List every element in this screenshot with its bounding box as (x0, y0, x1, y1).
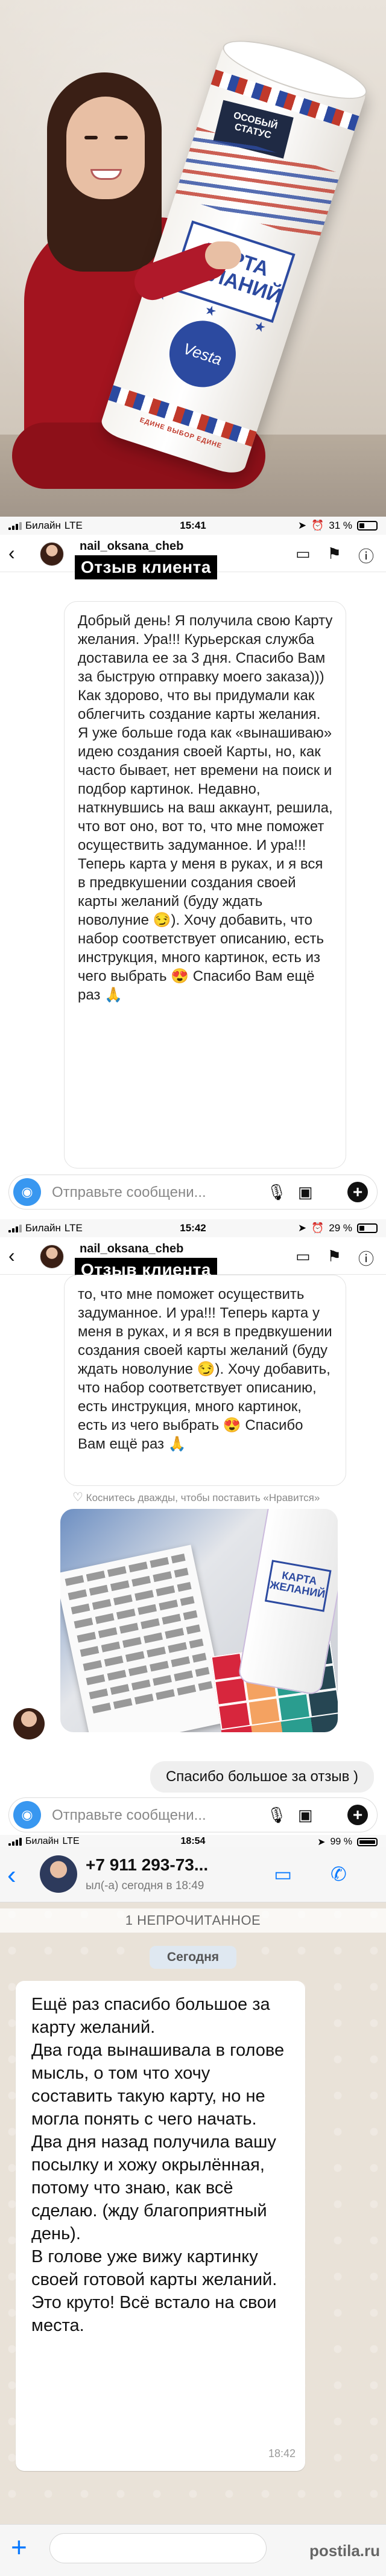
message-input[interactable] (49, 2533, 267, 2563)
review-banner: Отзыв клиента (75, 555, 217, 579)
wish-map-tube: КАРТА ЖЕЛАНИЙ (237, 1509, 338, 1696)
message-input[interactable]: Отправьте сообщени... (52, 1807, 206, 1824)
video-camera-icon[interactable]: ▭ (296, 544, 311, 567)
avatar[interactable] (40, 1245, 64, 1269)
message-text: Ещё раз спасибо большое за карту желаний… (31, 1995, 285, 2335)
gallery-icon[interactable]: ▣ (298, 1183, 313, 1202)
figure-face (66, 97, 145, 199)
alarm-icon: ⏰ (311, 1222, 324, 1234)
location-icon: ➤ (317, 1837, 326, 1848)
like-hint-text: Коснитесь дважды, чтобы поставить «Нрави… (86, 1492, 320, 1503)
plus-icon[interactable]: + (11, 2533, 27, 2561)
watermark: postila.ru (309, 2542, 380, 2560)
contact-name[interactable]: +7 911 293-73... (86, 1855, 208, 1875)
avatar[interactable] (40, 1855, 77, 1893)
back-icon[interactable]: ‹ (8, 543, 15, 563)
status-bar: Билайн LTE 15:42 ➤ ⏰ 29 % (0, 1219, 386, 1237)
figure-eye (84, 136, 98, 139)
avatar[interactable] (13, 1708, 45, 1739)
gallery-icon[interactable]: ▣ (298, 1806, 313, 1825)
camera-icon[interactable]: ◉ (13, 1801, 41, 1829)
microphone-icon[interactable]: 🎙 (267, 1183, 286, 1202)
figure-hand (205, 241, 241, 269)
location-icon: ➤ (297, 520, 307, 531)
username[interactable]: nail_oksana_cheb (80, 540, 183, 553)
video-camera-icon[interactable]: ▭ (296, 1247, 311, 1269)
plus-icon[interactable]: + (347, 1805, 368, 1825)
plus-icon[interactable]: + (347, 1182, 368, 1202)
battery-icon (357, 521, 378, 531)
like-hint: ♡ Коснитесь дважды, чтобы поставить «Нра… (72, 1490, 320, 1505)
message-bubble[interactable]: то, что мне поможет осуществить задуманн… (64, 1275, 346, 1486)
chat-header: ‹ +7 911 293-73... ыл(-а) сегодня в 18:4… (0, 1847, 386, 1902)
video-camera-icon[interactable]: ▭ (274, 1863, 292, 1886)
back-icon[interactable]: ‹ (7, 1860, 16, 1890)
message-bubble[interactable]: Ещё раз спасибо большое за карту желаний… (16, 1981, 305, 2471)
heart-icon[interactable]: ♡ (72, 1491, 83, 1504)
tube-title: КАРТА ЖЕЛАНИЙ (264, 1560, 332, 1612)
location-icon: ➤ (297, 1222, 307, 1234)
sent-message[interactable]: Спасибо большое за отзыв ) (150, 1761, 374, 1793)
battery-icon (357, 1223, 378, 1233)
flag-icon[interactable]: ⚑ (327, 1247, 341, 1269)
phone-icon[interactable]: ✆ (331, 1863, 347, 1886)
battery-percent: 99 % (330, 1837, 352, 1847)
message-time: 18:42 (268, 2447, 296, 2460)
battery-percent: 29 % (329, 1222, 352, 1234)
instruction-sheet (60, 1545, 229, 1732)
last-seen: ыл(-а) сегодня в 18:49 (86, 1879, 204, 1892)
status-bar: Билайн LTE 18:54 ➤ 99 % (0, 1835, 386, 1848)
photo-message[interactable]: КАРТА ЖЕЛАНИЙ (60, 1509, 338, 1732)
microphone-icon[interactable]: 🎙 (267, 1806, 286, 1825)
figure-eye (115, 136, 128, 139)
battery-percent: 31 % (329, 520, 352, 531)
alarm-icon: ⏰ (311, 520, 324, 531)
unread-divider: 1 НЕПРОЧИТАННОЕ (0, 1908, 386, 1933)
customer-photo: ОСОБЫЙ СТАТУС КАРТА ЖЕЛАНИЙ ★ ★ ★ Vesta … (0, 0, 386, 517)
message-composer: + postila.ru (0, 2524, 386, 2576)
message-input[interactable]: Отправьте сообщени... (52, 1184, 206, 1201)
message-text: то, что мне поможет осуществить задуманн… (78, 1286, 332, 1452)
flag-icon[interactable]: ⚑ (327, 544, 341, 567)
date-pill: Сегодня (150, 1946, 236, 1969)
camera-icon[interactable]: ◉ (13, 1178, 41, 1206)
avatar[interactable] (40, 542, 64, 566)
status-bar: Билайн LTE 15:41 ➤ ⏰ 31 % (0, 517, 386, 535)
message-composer: ◉ Отправьте сообщени... 🎙 ▣ + (0, 1793, 386, 1838)
message-bubble[interactable]: Добрый день! Я получила свою Карту желан… (64, 601, 346, 1168)
info-icon[interactable]: ⓘ (358, 1247, 374, 1269)
message-composer: ◉ Отправьте сообщени... 🎙 ▣ + (0, 1170, 386, 1216)
back-icon[interactable]: ‹ (8, 1246, 15, 1265)
message-text: Добрый день! Я получила свою Карту желан… (78, 613, 333, 1003)
battery-icon (357, 1838, 378, 1846)
username[interactable]: nail_oksana_cheb (80, 1242, 183, 1256)
info-icon[interactable]: ⓘ (358, 544, 374, 567)
